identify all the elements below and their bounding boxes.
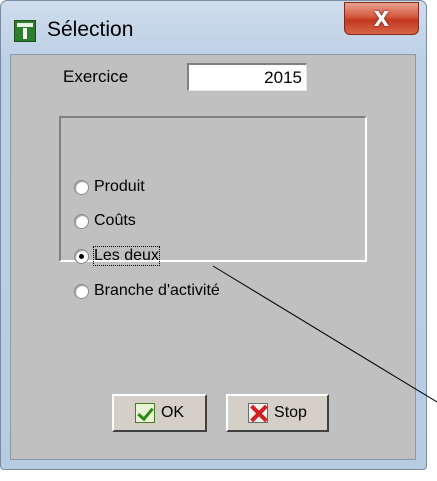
window-title: Sélection [47,18,134,41]
radio-label-branche-activite: Branche d'activité [94,282,220,299]
close-button[interactable]: X [344,2,419,35]
radio-option-produit[interactable]: Produit [74,175,145,199]
radio-button-produit[interactable] [74,179,89,195]
ok-button[interactable]: OK [112,394,207,432]
app-icon [14,20,36,42]
exercice-field[interactable]: 2015 [187,63,307,91]
radio-button-couts[interactable] [74,213,89,229]
stop-icon [248,403,269,423]
radio-option-les-deux[interactable]: Les deux [74,244,160,268]
radio-option-branche-activite[interactable]: Branche d'activité [74,279,220,303]
radio-label-produit: Produit [94,178,145,195]
exercice-label: Exercice [63,67,129,86]
screen: Sélection X Exercice 2015 Produit Coûts … [0,0,437,481]
ok-button-label: OK [160,404,185,421]
stop-button[interactable]: Stop [226,394,329,432]
close-icon: X [373,6,390,31]
radio-label-les-deux: Les deux [93,246,160,266]
check-icon [134,403,155,423]
radio-label-couts: Coûts [94,212,136,229]
radio-button-les-deux[interactable] [74,248,89,264]
stop-button-label: Stop [274,404,307,421]
radio-button-branche-activite[interactable] [74,283,89,299]
radio-option-couts[interactable]: Coûts [74,209,136,233]
